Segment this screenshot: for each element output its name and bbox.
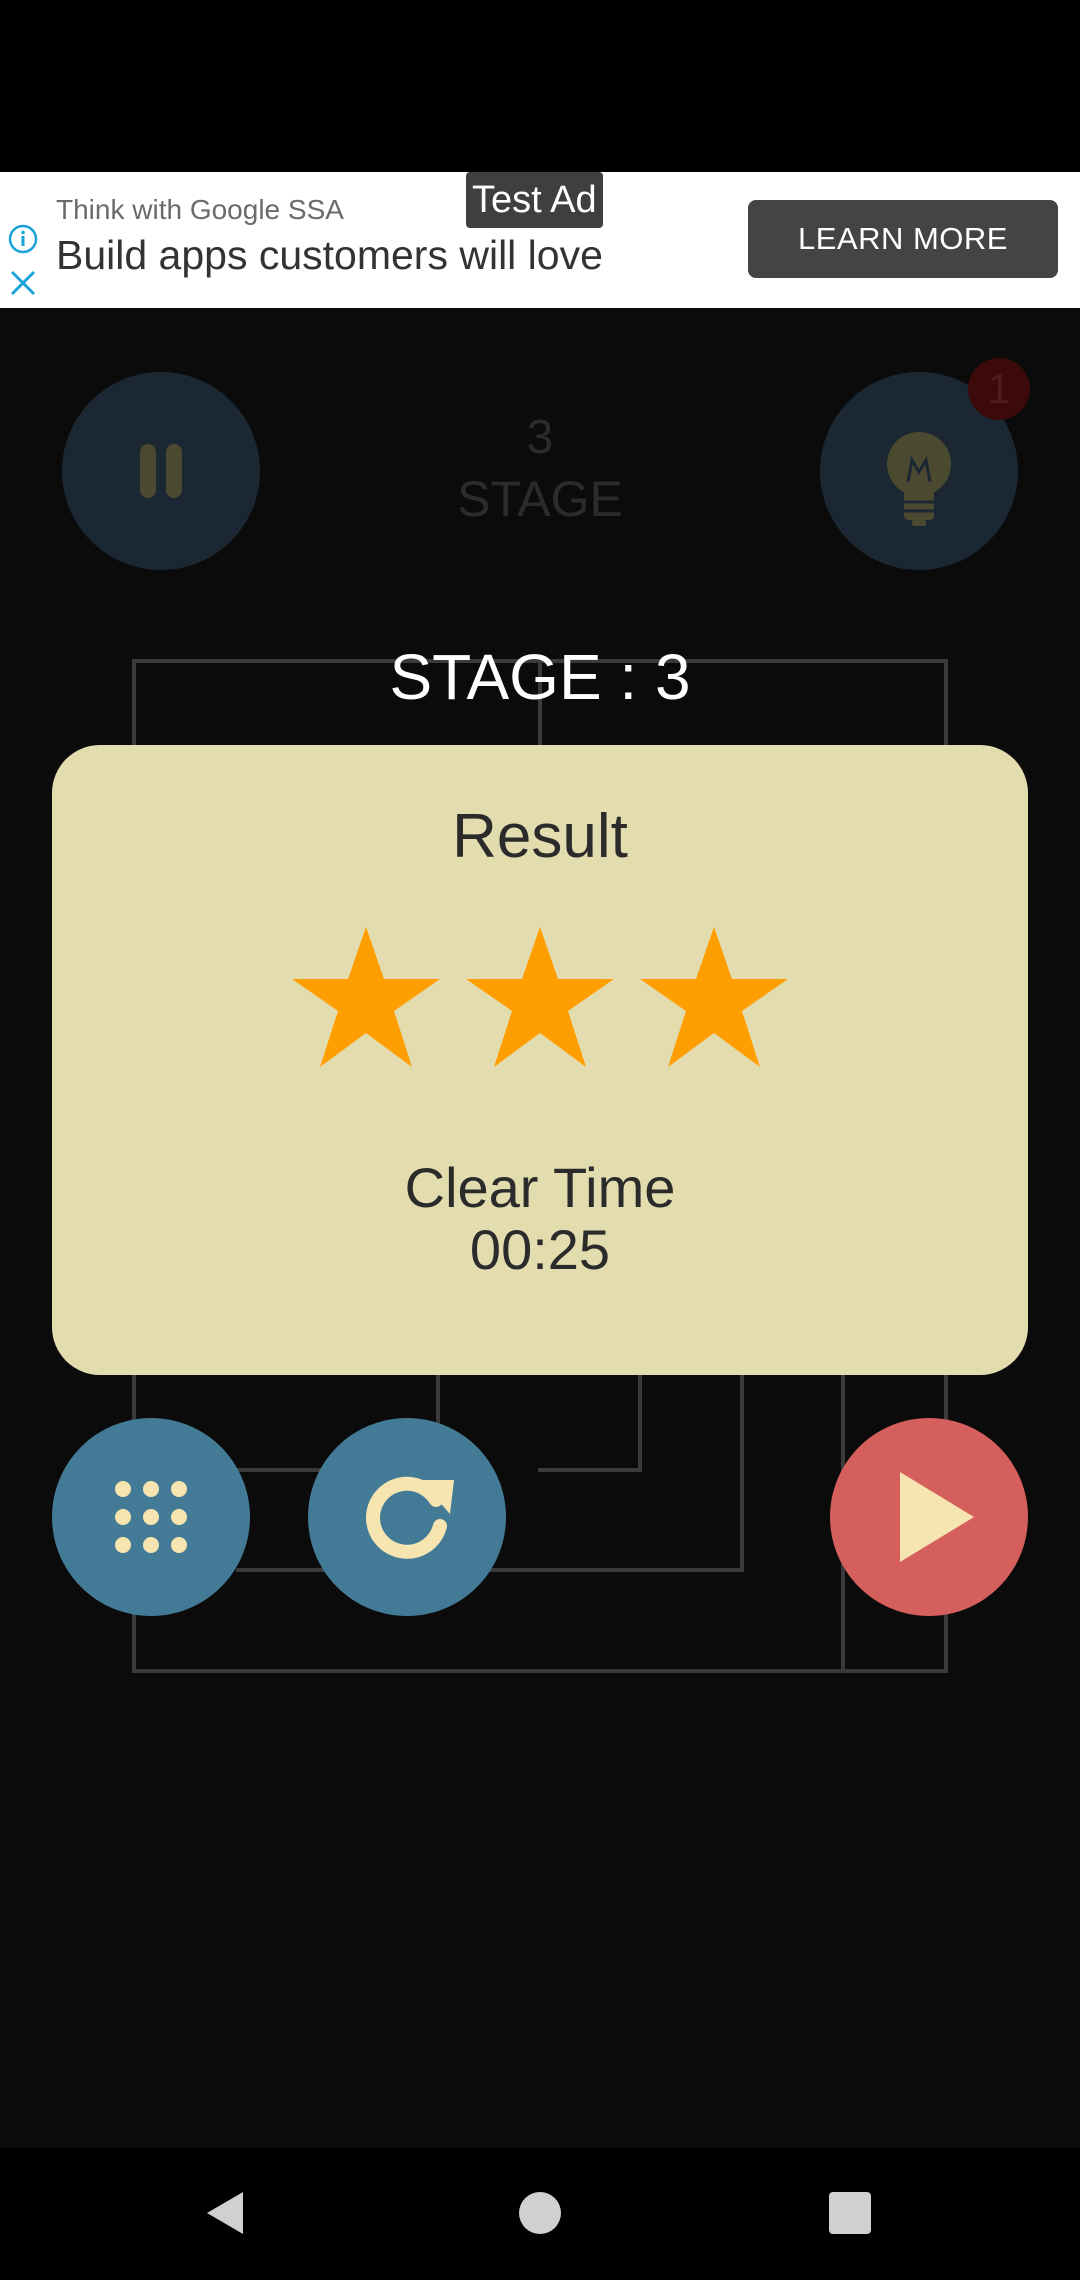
retry-button[interactable] <box>308 1418 506 1616</box>
hint-count-badge: 1 <box>968 358 1030 420</box>
game-screen: Think with Google SSA Build apps custome… <box>0 0 1080 2280</box>
refresh-icon <box>366 1476 454 1559</box>
next-stage-button[interactable] <box>830 1418 1028 1616</box>
star-icon-3 <box>640 927 788 1067</box>
header-stage-number: 3 <box>526 411 554 464</box>
back-icon[interactable] <box>205 2190 245 2236</box>
stage-title: STAGE : 3 <box>389 641 691 713</box>
system-nav-bar <box>0 2148 1080 2280</box>
stage-menu-button[interactable] <box>52 1418 250 1616</box>
play-icon <box>900 1472 974 1562</box>
star-icon-2 <box>466 927 614 1067</box>
result-title: Result <box>452 802 628 871</box>
recents-icon[interactable] <box>829 2192 871 2234</box>
clear-time-value: 00:25 <box>469 1218 611 1281</box>
pause-button[interactable] <box>62 372 260 570</box>
star-icon-1 <box>292 927 440 1067</box>
header-stage-label: STAGE <box>457 471 623 527</box>
grid-icon <box>115 1481 187 1553</box>
result-dialog: Result Clear Time 00:25 <box>52 745 1028 1375</box>
home-icon[interactable] <box>519 2192 561 2234</box>
clear-time-label: Clear Time <box>404 1156 676 1219</box>
